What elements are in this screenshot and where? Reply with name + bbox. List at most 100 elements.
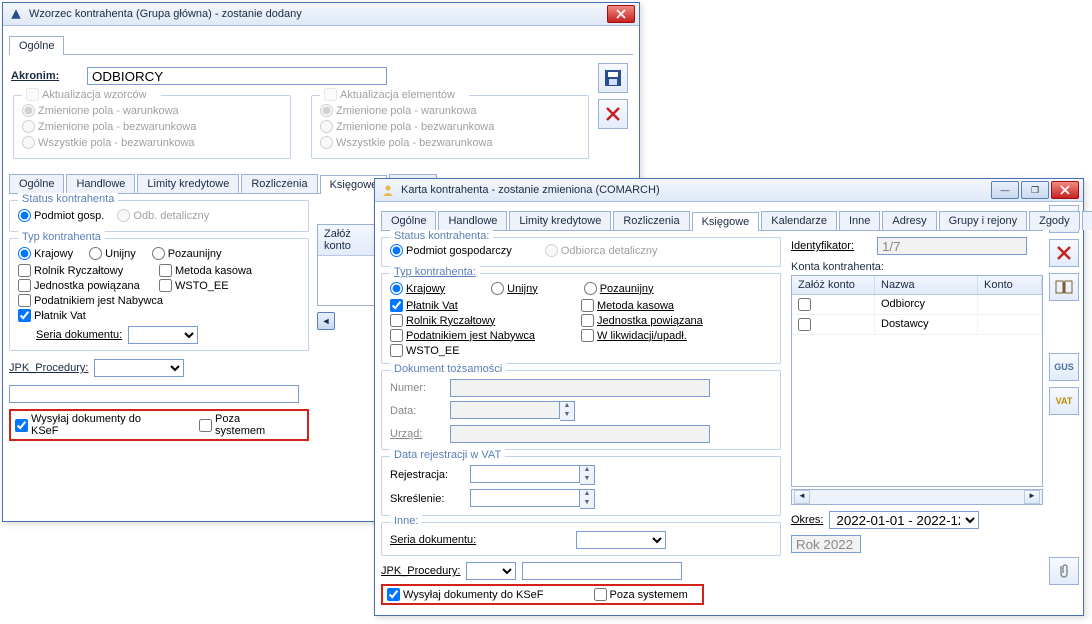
- chk-wsto[interactable]: WSTO_EE: [159, 279, 290, 292]
- dok-urzad-label[interactable]: Urząd:: [390, 428, 450, 440]
- window-max-button[interactable]: ❐: [1021, 181, 1049, 199]
- table-row[interactable]: Dostawcy: [792, 315, 1042, 335]
- typ2-krajowy[interactable]: Krajowy: [390, 282, 445, 295]
- th-zaloz[interactable]: Załóż konto: [318, 225, 378, 255]
- typ-pozaunijny[interactable]: Pozaunijny: [152, 247, 222, 260]
- tab-limity[interactable]: Limity kredytowe: [137, 174, 239, 193]
- window-min-button[interactable]: —: [991, 181, 1019, 199]
- chk-nabywca[interactable]: Podatnikiem jest Nabywca: [18, 294, 290, 307]
- jpk-input-2[interactable]: [522, 562, 682, 580]
- tab2-handlowe[interactable]: Handlowe: [438, 211, 507, 230]
- chk-poza[interactable]: Poza systemem: [199, 413, 293, 437]
- group-dok: Dokument tożsamości Numer: Data: ▲▼ Urzą…: [381, 370, 781, 450]
- status-odb-radio[interactable]: Odb. detaliczny: [117, 209, 209, 222]
- chk2-nabywca[interactable]: Podatnikiem jest Nabywca: [390, 329, 571, 342]
- tab2-inne[interactable]: Inne: [839, 211, 880, 230]
- tab2-grupy[interactable]: Grupy i rejony: [939, 211, 1027, 230]
- okres-label[interactable]: Okres:: [791, 514, 823, 526]
- jpk-label-2[interactable]: JPK_Procedury:: [381, 565, 460, 577]
- row-chk[interactable]: [798, 318, 811, 331]
- tab2-limity[interactable]: Limity kredytowe: [509, 211, 611, 230]
- okres-select[interactable]: 2022-01-01 - 2022-12-31: [829, 511, 979, 529]
- tabstrip-2: Ogólne Handlowe Limity kredytowe Rozlicz…: [381, 208, 1043, 231]
- tab2-rozliczenia[interactable]: Rozliczenia: [613, 211, 689, 230]
- th-konto[interactable]: Konto: [978, 276, 1042, 294]
- vat-skr-input[interactable]: ▲▼: [470, 489, 772, 509]
- chk-ksef-2[interactable]: Wysyłaj dokumenty do KSeF: [387, 588, 544, 601]
- seria-label[interactable]: Seria dokumentu:: [36, 329, 122, 341]
- group-inne: Inne: Seria dokumentu:: [381, 522, 781, 556]
- jpk-select[interactable]: [94, 359, 184, 377]
- save-button[interactable]: [598, 63, 628, 93]
- scroll-left-icon[interactable]: ◄: [317, 312, 335, 330]
- jpk-label: JPK_Procedury:: [9, 362, 88, 374]
- akronim-input[interactable]: [87, 67, 387, 85]
- tab-rozliczenia[interactable]: Rozliczenia: [241, 174, 317, 193]
- status-podmiot-radio[interactable]: Podmiot gosp.: [18, 209, 104, 222]
- chk2-platnik[interactable]: Płatnik Vat: [390, 299, 571, 312]
- typ-unijny[interactable]: Unijny: [89, 247, 136, 260]
- table-hscroll[interactable]: ◄ ►: [791, 489, 1043, 505]
- row-chk[interactable]: [798, 298, 811, 311]
- tab-ogolne[interactable]: Ogólne: [9, 174, 64, 193]
- tab2-adresy[interactable]: Adresy: [882, 211, 936, 230]
- dok-data-input: ▲▼: [450, 401, 772, 421]
- table-konto-left[interactable]: Załóż konto: [317, 224, 379, 306]
- group-elementow: Aktualizacja elementów Zmienione pola - …: [311, 95, 589, 159]
- chk-rolnik[interactable]: Rolnik Ryczałtowy: [18, 264, 149, 277]
- typ2-unijny[interactable]: Unijny: [491, 282, 538, 295]
- gw-r2: [22, 120, 35, 133]
- group-typ: Typ kontrahenta Krajowy Unijny Pozaunijn…: [9, 238, 309, 351]
- tab2-zgody[interactable]: Zgody: [1029, 211, 1080, 230]
- tab-ogolne-top[interactable]: Ogólne: [9, 36, 64, 55]
- wzorcow-enable-checkbox: [26, 88, 39, 101]
- tab2-osoby[interactable]: Osoby: [1082, 211, 1092, 230]
- jpk-input[interactable]: [9, 385, 299, 403]
- seria-select[interactable]: [128, 326, 198, 344]
- ident-label[interactable]: Identyfikator:: [791, 240, 871, 252]
- titlebar-2[interactable]: Karta kontrahenta - zostanie zmieniona (…: [375, 179, 1083, 202]
- window-close-button-2[interactable]: [1051, 181, 1079, 199]
- typ2-pozaunijny[interactable]: Pozaunijny: [584, 282, 654, 295]
- chk2-wsto[interactable]: WSTO_EE: [390, 344, 571, 357]
- window-karta: Karta kontrahenta - zostanie zmieniona (…: [374, 178, 1084, 616]
- chk2-jedn[interactable]: Jednostka powiązana: [581, 314, 762, 327]
- th-zaloz-2[interactable]: Załóż konto: [792, 276, 875, 294]
- ksef-highlight: Wysyłaj dokumenty do KSeF Poza systemem: [9, 409, 309, 441]
- chk-kasowa[interactable]: Metoda kasowa: [159, 264, 290, 277]
- inne-seria-label[interactable]: Seria dokumentu:: [390, 534, 510, 546]
- window-close-button[interactable]: [607, 5, 635, 23]
- konta-table[interactable]: Załóż konto Nazwa Konto Odbiorcy Dostawc…: [791, 275, 1043, 487]
- chk-ksef[interactable]: Wysyłaj dokumenty do KSeF: [15, 413, 171, 437]
- tab2-ogolne[interactable]: Ogólne: [381, 211, 436, 230]
- ksef-highlight-2: Wysyłaj dokumenty do KSeF Poza systemem: [381, 584, 704, 605]
- vat-rej-input[interactable]: ▲▼: [470, 465, 772, 485]
- table-row[interactable]: Odbiorcy: [792, 295, 1042, 315]
- chk2-rolnik[interactable]: Rolnik Ryczałtowy: [390, 314, 571, 327]
- gw-r3: [22, 136, 35, 149]
- ge-r3: [320, 136, 333, 149]
- app-logo-icon: [9, 7, 23, 21]
- chk-jednostka[interactable]: Jednostka powiązana: [18, 279, 149, 292]
- tab2-ksiegowe[interactable]: Księgowe: [692, 212, 760, 231]
- tab-handlowe[interactable]: Handlowe: [66, 174, 135, 193]
- group-vat: Data rejestracji w VAT Rejestracja: ▲▼ S…: [381, 456, 781, 516]
- typ-krajowy[interactable]: Krajowy: [18, 247, 73, 260]
- person-icon: [381, 183, 395, 197]
- chk-platnik[interactable]: Płatnik Vat: [18, 309, 290, 322]
- konta-label: Konta kontrahenta:: [791, 261, 1043, 273]
- jpk-select-2[interactable]: [466, 562, 516, 580]
- titlebar[interactable]: Wzorzec kontrahenta (Grupa główna) - zos…: [3, 3, 639, 26]
- chk-poza-2[interactable]: Poza systemem: [594, 588, 688, 601]
- inne-seria-select[interactable]: [576, 531, 666, 549]
- tab2-kalendarze[interactable]: Kalendarze: [761, 211, 837, 230]
- dok-data-label: Data:: [390, 405, 450, 417]
- scroll-left-btn[interactable]: ◄: [794, 490, 810, 504]
- chk2-likw[interactable]: W likwidacji/upadł.: [581, 329, 762, 342]
- chk2-kasowa[interactable]: Metoda kasowa: [581, 299, 762, 312]
- cancel-button[interactable]: [598, 99, 628, 129]
- status2-podmiot[interactable]: Podmiot gospodarczy: [390, 244, 512, 257]
- status2-odb[interactable]: Odbiorca detaliczny: [545, 244, 658, 257]
- scroll-right-btn[interactable]: ►: [1024, 490, 1040, 504]
- th-nazwa[interactable]: Nazwa: [875, 276, 978, 294]
